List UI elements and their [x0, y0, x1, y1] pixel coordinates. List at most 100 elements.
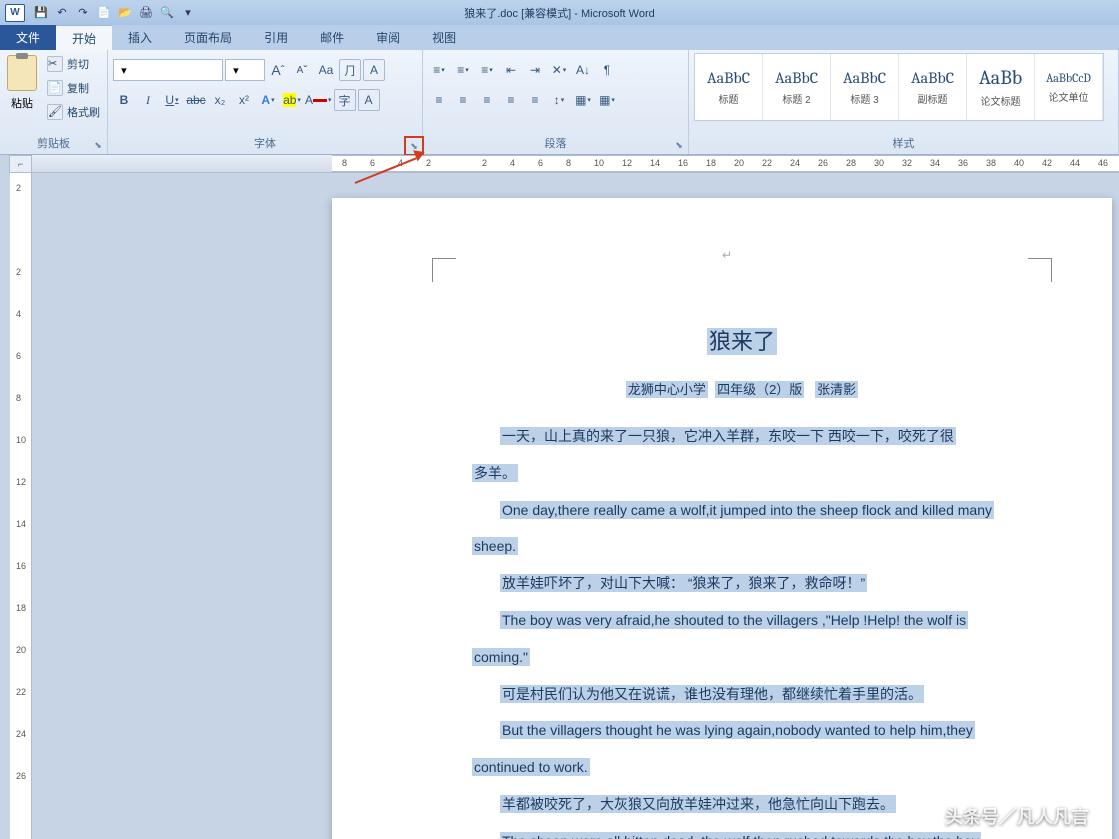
change-case-button[interactable]: Aa — [315, 59, 337, 81]
styles-gallery[interactable]: AaBbC标题 AaBbC标题 2 AaBbC标题 3 AaBbC副标题 AaB… — [694, 53, 1104, 121]
group-styles: AaBbC标题 AaBbC标题 2 AaBbC标题 3 AaBbC副标题 AaB… — [689, 50, 1119, 154]
ruler-tick: 6 — [538, 158, 543, 168]
paragraph-launcher[interactable]: ⬊ — [672, 138, 686, 152]
style-item[interactable]: AaBbC标题 2 — [763, 54, 831, 120]
tab-insert[interactable]: 插入 — [112, 25, 168, 50]
vruler-tick: 6 — [16, 351, 21, 361]
copy-icon: 📄 — [47, 80, 63, 96]
align-left-button[interactable]: ≡ — [428, 89, 450, 111]
tab-layout[interactable]: 页面布局 — [168, 25, 248, 50]
style-item[interactable]: AaBb论文标题 — [967, 54, 1035, 120]
show-marks-button[interactable]: ¶ — [596, 59, 618, 81]
doc-paragraph[interactable]: 放羊娃吓坏了，对山下大喊： “狼来了，狼来了，救命呀！” — [472, 568, 1012, 599]
highlight-button[interactable]: ab▾ — [281, 89, 303, 111]
copy-button[interactable]: 📄复制 — [47, 77, 100, 99]
underline-button[interactable]: U▾ — [161, 89, 183, 111]
document-content[interactable]: 狼来了 龙狮中心小学 四年级（2）版 张清影 一天，山上真的来了一只狼，它冲入羊… — [372, 258, 1092, 839]
paste-button[interactable]: 粘贴 — [5, 53, 39, 111]
qat-new[interactable]: 📄 — [95, 4, 113, 22]
style-item[interactable]: AaBbC标题 3 — [831, 54, 899, 120]
doc-paragraph[interactable]: The sheep were all bitten dead .the wolf… — [472, 826, 1012, 839]
tab-references[interactable]: 引用 — [248, 25, 304, 50]
doc-paragraph[interactable]: 一天，山上真的来了一只狼，它冲入羊群，东咬一下 西咬一下，咬死了很 — [472, 421, 1012, 452]
italic-button[interactable]: I — [137, 89, 159, 111]
document-scroll[interactable]: ↵ 狼来了 龙狮中心小学 四年级（2）版 张清影 一天，山上真的来了一只狼，它冲… — [32, 173, 1119, 839]
qat-more[interactable]: ▾ — [179, 4, 197, 22]
ruler-tick: 24 — [790, 158, 800, 168]
qat-preview[interactable]: 🔍 — [158, 4, 176, 22]
shading-button[interactable]: ▦▾ — [572, 89, 594, 111]
qat-open[interactable]: 📂 — [116, 4, 134, 22]
doc-subtitle[interactable]: 龙狮中心小学 四年级（2）版 张清影 — [472, 376, 1012, 405]
distribute-button[interactable]: ≡ — [524, 89, 546, 111]
style-item[interactable]: AaBbC副标题 — [899, 54, 967, 120]
enclose-char-button[interactable]: 字 — [334, 89, 356, 111]
document-page[interactable]: ↵ 狼来了 龙狮中心小学 四年级（2）版 张清影 一天，山上真的来了一只狼，它冲… — [332, 198, 1112, 839]
scissors-icon: ✂ — [47, 56, 63, 72]
sort-button[interactable]: A↓ — [572, 59, 594, 81]
cut-button[interactable]: ✂剪切 — [47, 53, 100, 75]
style-item[interactable]: AaBbC标题 — [695, 54, 763, 120]
doc-paragraph[interactable]: continued to work. — [472, 752, 1012, 783]
horizontal-ruler[interactable]: 8642246810121416182022242628303234363840… — [32, 155, 1119, 173]
doc-title[interactable]: 狼来了 — [472, 318, 1012, 366]
grow-font-button[interactable]: Aˆ — [267, 59, 289, 81]
bullets-button[interactable]: ≡▾ — [428, 59, 450, 81]
increase-indent-button[interactable]: ⇥ — [524, 59, 546, 81]
ruler-tick: 14 — [650, 158, 660, 168]
ruler-tick: 20 — [734, 158, 744, 168]
tab-home[interactable]: 开始 — [56, 25, 112, 51]
line-spacing-button[interactable]: ↕▾ — [548, 89, 570, 111]
text-effects-button[interactable]: A▾ — [257, 89, 279, 111]
decrease-indent-button[interactable]: ⇤ — [500, 59, 522, 81]
justify-button[interactable]: ≡ — [500, 89, 522, 111]
crop-mark — [432, 258, 456, 282]
format-painter-button[interactable]: 🖌格式刷 — [47, 101, 100, 123]
align-center-button[interactable]: ≡ — [452, 89, 474, 111]
doc-paragraph[interactable]: The boy was very afraid,he shouted to th… — [472, 605, 1012, 636]
font-color-button[interactable]: A▾ — [305, 89, 332, 111]
font-family-combo[interactable]: ▾ — [113, 59, 223, 81]
qat-redo[interactable]: ↷ — [74, 4, 92, 22]
paragraph-group-label: 段落 — [428, 136, 683, 154]
shrink-font-button[interactable]: Aˇ — [291, 59, 313, 81]
superscript-button[interactable]: x² — [233, 89, 255, 111]
phonetic-button[interactable]: ⺆ — [339, 59, 361, 81]
cjk-button[interactable]: ✕▾ — [548, 59, 570, 81]
doc-paragraph[interactable]: coming." — [472, 642, 1012, 673]
multilevel-button[interactable]: ≡▾ — [476, 59, 498, 81]
align-right-button[interactable]: ≡ — [476, 89, 498, 111]
vertical-ruler[interactable]: 22468101214161820222426 — [10, 173, 32, 839]
borders-button[interactable]: ▦▾ — [596, 89, 618, 111]
vruler-tick: 12 — [16, 477, 26, 487]
doc-paragraph[interactable]: One day,there really came a wolf,it jump… — [472, 495, 1012, 526]
char-border-button[interactable]: A — [363, 59, 385, 81]
style-item[interactable]: AaBbCcD论文单位 — [1035, 54, 1103, 120]
clipboard-launcher[interactable]: ⬊ — [91, 138, 105, 152]
doc-paragraph[interactable]: 可是村民们认为他又在说谎，谁也没有理他，都继续忙着手里的活。 — [472, 679, 1012, 710]
doc-paragraph[interactable]: 羊都被咬死了，大灰狼又向放羊娃冲过来，他急忙向山下跑去。 — [472, 789, 1012, 820]
subscript-button[interactable]: x₂ — [209, 89, 231, 111]
ruler-tick: 8 — [342, 158, 347, 168]
doc-paragraph[interactable]: But the villagers thought he was lying a… — [472, 715, 1012, 746]
qat-print[interactable]: 🖨 — [137, 4, 155, 22]
tab-file[interactable]: 文件 — [0, 25, 56, 50]
doc-paragraph[interactable]: sheep. — [472, 531, 1012, 562]
tab-view[interactable]: 视图 — [416, 25, 472, 50]
qat-save[interactable]: 💾 — [32, 4, 50, 22]
font-size-combo[interactable]: ▾ — [225, 59, 265, 81]
style-preview: AaBb — [979, 66, 1022, 89]
font-launcher[interactable]: ⬊ — [404, 136, 424, 156]
tab-review[interactable]: 审阅 — [360, 25, 416, 50]
ruler-corner[interactable]: ⌐ — [9, 155, 32, 173]
vruler-tick: 24 — [16, 729, 26, 739]
qat-undo[interactable]: ↶ — [53, 4, 71, 22]
ruler-tick: 38 — [986, 158, 996, 168]
tab-mail[interactable]: 邮件 — [304, 25, 360, 50]
numbering-button[interactable]: ≡▾ — [452, 59, 474, 81]
bold-button[interactable]: B — [113, 89, 135, 111]
strike-button[interactable]: abc — [185, 89, 207, 111]
clear-format-button[interactable]: A — [358, 89, 380, 111]
ruler-tick: 2 — [426, 158, 431, 168]
doc-paragraph[interactable]: 多羊。 — [472, 458, 1012, 489]
